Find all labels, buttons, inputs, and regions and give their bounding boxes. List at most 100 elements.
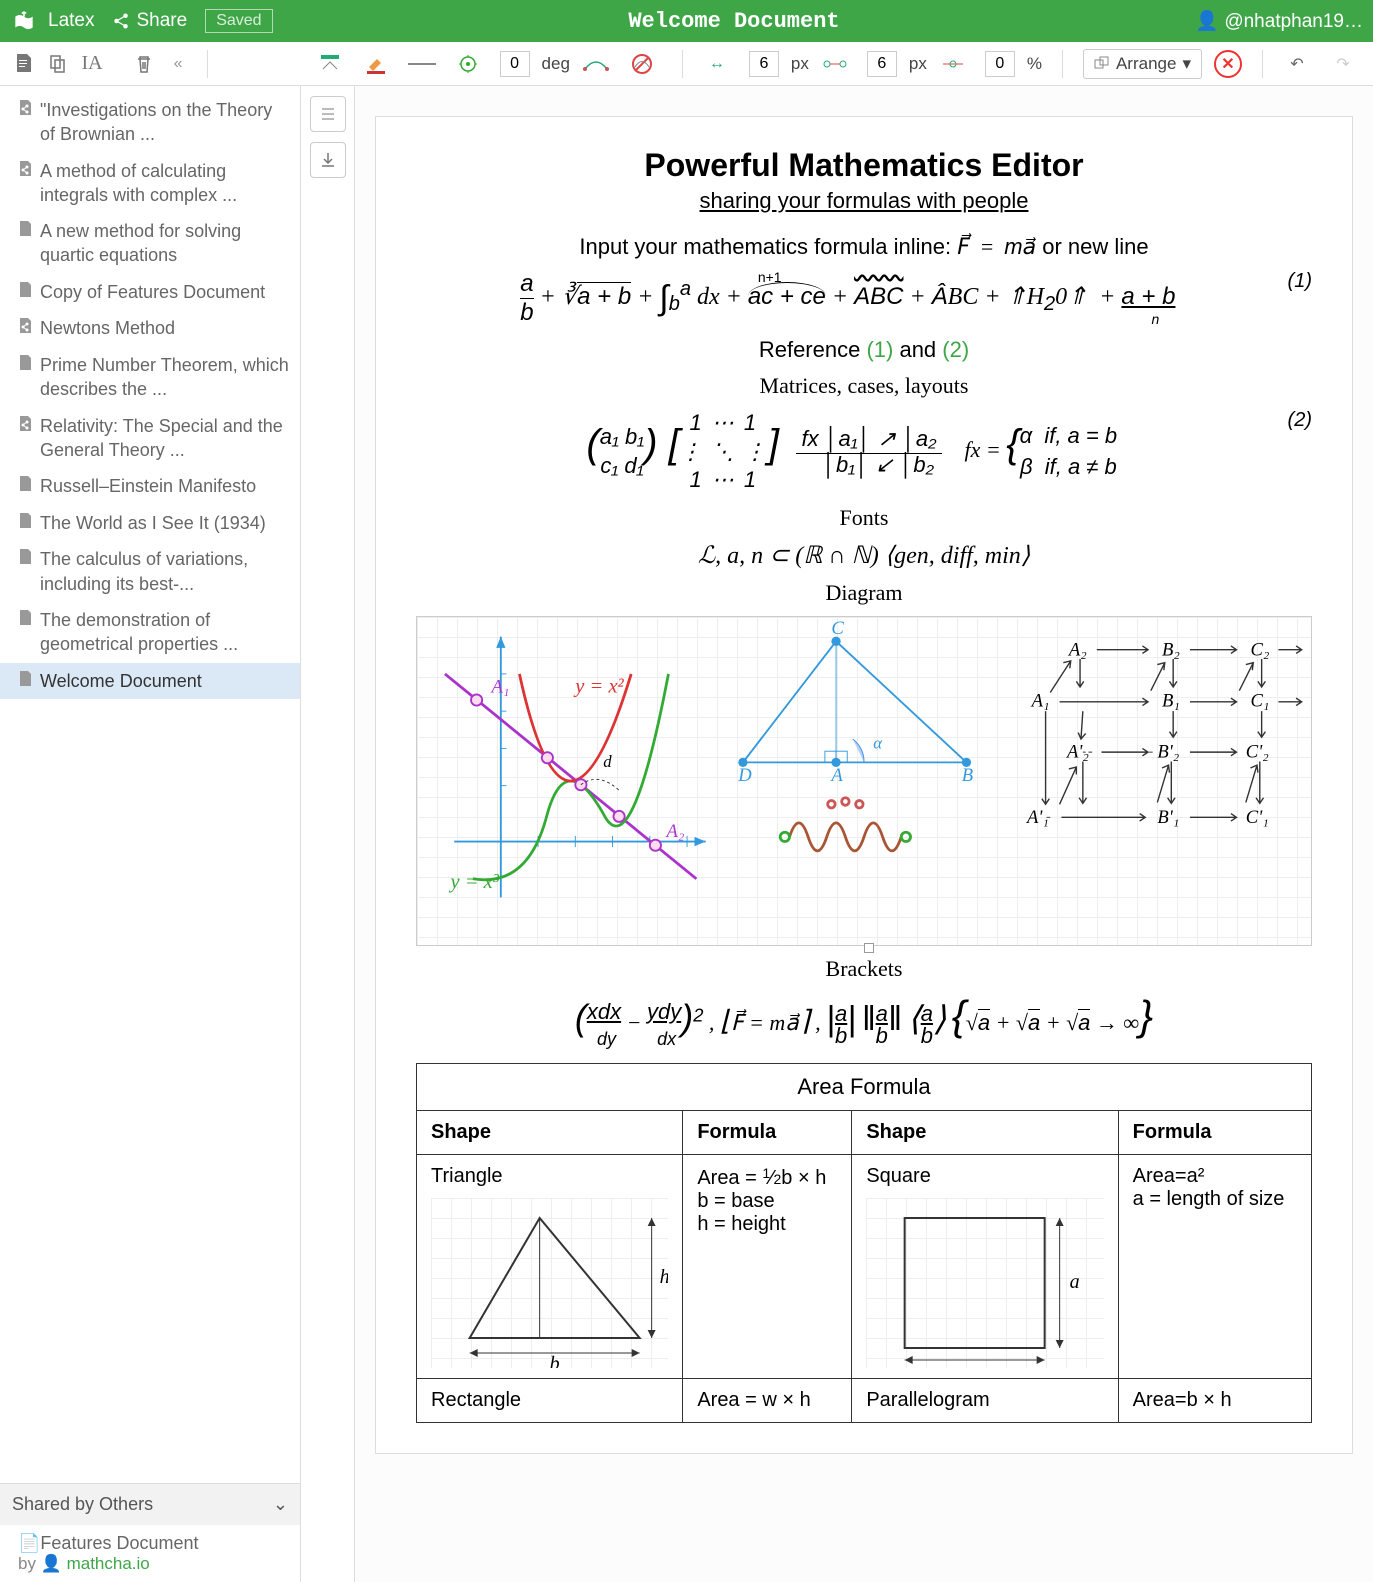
th-shape-2: Shape — [852, 1110, 1118, 1154]
user-menu[interactable]: 👤 @nhatphan19… — [1195, 9, 1363, 33]
file-list: "Investigations on the Theory of Brownia… — [0, 86, 300, 1483]
file-label: The calculus of variations, including it… — [40, 547, 290, 596]
file-label: "Investigations on the Theory of Brownia… — [40, 98, 290, 147]
cell-rectangle: Rectangle — [417, 1378, 683, 1422]
sidebar: "Investigations on the Theory of Brownia… — [0, 86, 301, 1582]
document-page: Powerful Mathematics Editor sharing your… — [375, 116, 1353, 1454]
th-formula-2: Formula — [1118, 1110, 1311, 1154]
cell-parallelogram: Parallelogram — [852, 1378, 1118, 1422]
file-icon — [18, 476, 32, 499]
diagram-header: Diagram — [416, 580, 1312, 606]
top-bar: Latex Share Saved Welcome Document 👤 @nh… — [0, 0, 1373, 42]
no-curve-icon[interactable] — [628, 50, 656, 78]
file-icon — [18, 318, 32, 341]
outline-icon[interactable] — [310, 96, 346, 132]
pct-input[interactable] — [985, 51, 1015, 77]
new-doc-icon[interactable] — [10, 50, 38, 78]
svg-text:A'₂: A'₂ — [1065, 742, 1089, 763]
file-label: A new method for solving quartic equatio… — [40, 219, 290, 268]
sidebar-file-item[interactable]: Newtons Method — [0, 310, 300, 347]
svg-text:A₂: A₂ — [1067, 639, 1087, 660]
area-caption: Area Formula — [417, 1063, 1312, 1110]
svg-text:C₂: C₂ — [1250, 639, 1269, 660]
cell-parallelogram-formula: Area=b × h — [1118, 1378, 1311, 1422]
file-label: Russell–Einstein Manifesto — [40, 474, 256, 498]
harrow-icon[interactable] — [939, 50, 967, 78]
redo-icon[interactable]: ↷ — [1329, 50, 1357, 78]
sidebar-file-item[interactable]: A method of calculating integrals with c… — [0, 153, 300, 214]
pct-label: % — [1027, 54, 1042, 74]
sidebar-file-item[interactable]: Relativity: The Special and the General … — [0, 408, 300, 469]
fonts-header: Fonts — [416, 505, 1312, 531]
svg-text:A₂: A₂ — [665, 821, 685, 842]
reference-line: Reference (1) and (2) — [416, 337, 1312, 363]
curve-icon[interactable] — [582, 50, 610, 78]
trash-icon[interactable] — [130, 50, 158, 78]
sidebar-file-item[interactable]: Prime Number Theorem, which describes th… — [0, 347, 300, 408]
arrange-dropdown[interactable]: Arrange ▾ — [1083, 49, 1202, 79]
diagram-area[interactable]: y = x² y = x³ A₁ A₂ d C D — [416, 616, 1312, 946]
saved-indicator: Saved — [205, 9, 272, 33]
sidebar-file-item[interactable]: Welcome Document — [0, 663, 300, 700]
paint-icon[interactable] — [362, 50, 390, 78]
px-label-1: px — [791, 54, 809, 74]
svg-text:b: b — [550, 1353, 560, 1368]
px-label-2: px — [909, 54, 927, 74]
copy-doc-icon[interactable] — [44, 50, 72, 78]
svg-text:y = x²: y = x² — [573, 675, 624, 697]
sidebar-file-item[interactable]: Russell–Einstein Manifesto — [0, 468, 300, 505]
width-arrows-icon[interactable]: ↔ — [703, 50, 731, 78]
hgap-icon[interactable] — [821, 50, 849, 78]
share-button[interactable]: Share — [112, 10, 187, 32]
shared-author-link[interactable]: mathcha.io — [67, 1554, 150, 1573]
shared-item[interactable]: 📄Features Document by 👤 mathcha.io — [0, 1525, 300, 1582]
sidebar-file-item[interactable]: A new method for solving quartic equatio… — [0, 213, 300, 274]
line-icon[interactable] — [408, 50, 436, 78]
text-ia-icon[interactable]: IA — [78, 50, 106, 78]
sidebar-file-item[interactable]: Copy of Features Document — [0, 274, 300, 311]
svg-text:h: h — [660, 1266, 669, 1288]
page-subtitle: sharing your formulas with people — [416, 188, 1312, 214]
latex-button[interactable]: Latex — [48, 10, 94, 32]
file-icon — [18, 549, 32, 572]
file-label: The World as I See It (1934) — [40, 511, 266, 535]
svg-text:A₁: A₁ — [490, 676, 510, 697]
canvas[interactable]: Powerful Mathematics Editor sharing your… — [355, 86, 1373, 1582]
file-icon — [18, 355, 32, 378]
file-label: A method of calculating integrals with c… — [40, 159, 290, 208]
file-icon — [18, 671, 32, 694]
svg-text:a: a — [970, 1361, 980, 1368]
svg-text:d: d — [603, 752, 612, 771]
file-label: Newtons Method — [40, 316, 175, 340]
document-title: Welcome Document — [273, 9, 1196, 34]
resize-handle[interactable] — [864, 943, 874, 953]
file-icon — [18, 282, 32, 305]
file-label: Prime Number Theorem, which describes th… — [40, 353, 290, 402]
svg-text:B: B — [962, 765, 973, 786]
rotation-input[interactable] — [500, 51, 530, 77]
svg-text:A'₁: A'₁ — [1025, 807, 1049, 828]
collapse-sidebar-icon[interactable]: « — [174, 55, 183, 73]
file-icon — [18, 161, 32, 184]
file-label: The demonstration of geometrical propert… — [40, 608, 290, 657]
svg-text:B₁: B₁ — [1162, 690, 1180, 711]
file-icon — [18, 416, 32, 439]
svg-text:B'₂: B'₂ — [1157, 742, 1179, 763]
sidebar-file-item[interactable]: The calculus of variations, including it… — [0, 541, 300, 602]
deg-label: deg — [542, 54, 570, 74]
width-input[interactable] — [749, 51, 779, 77]
right-rail — [301, 86, 355, 1582]
cell-triangle: Triangle b h — [417, 1154, 683, 1378]
shared-header[interactable]: Shared by Others⌄ — [0, 1483, 300, 1525]
svg-text:C₁: C₁ — [1250, 690, 1269, 711]
delete-button[interactable]: ✕ — [1214, 50, 1242, 78]
undo-icon[interactable]: ↶ — [1283, 50, 1311, 78]
fill-top-icon[interactable] — [316, 50, 344, 78]
rotate-target-icon[interactable] — [454, 50, 482, 78]
sidebar-file-item[interactable]: The demonstration of geometrical propert… — [0, 602, 300, 663]
gap-input[interactable] — [867, 51, 897, 77]
sidebar-file-item[interactable]: The World as I See It (1934) — [0, 505, 300, 542]
sidebar-file-item[interactable]: "Investigations on the Theory of Brownia… — [0, 92, 300, 153]
brackets-equation: (xdx dy − ydy dx)2 , ⌊F⃗ = ma⃗⌉ , |ab| ‖… — [416, 992, 1312, 1051]
download-icon[interactable] — [310, 142, 346, 178]
